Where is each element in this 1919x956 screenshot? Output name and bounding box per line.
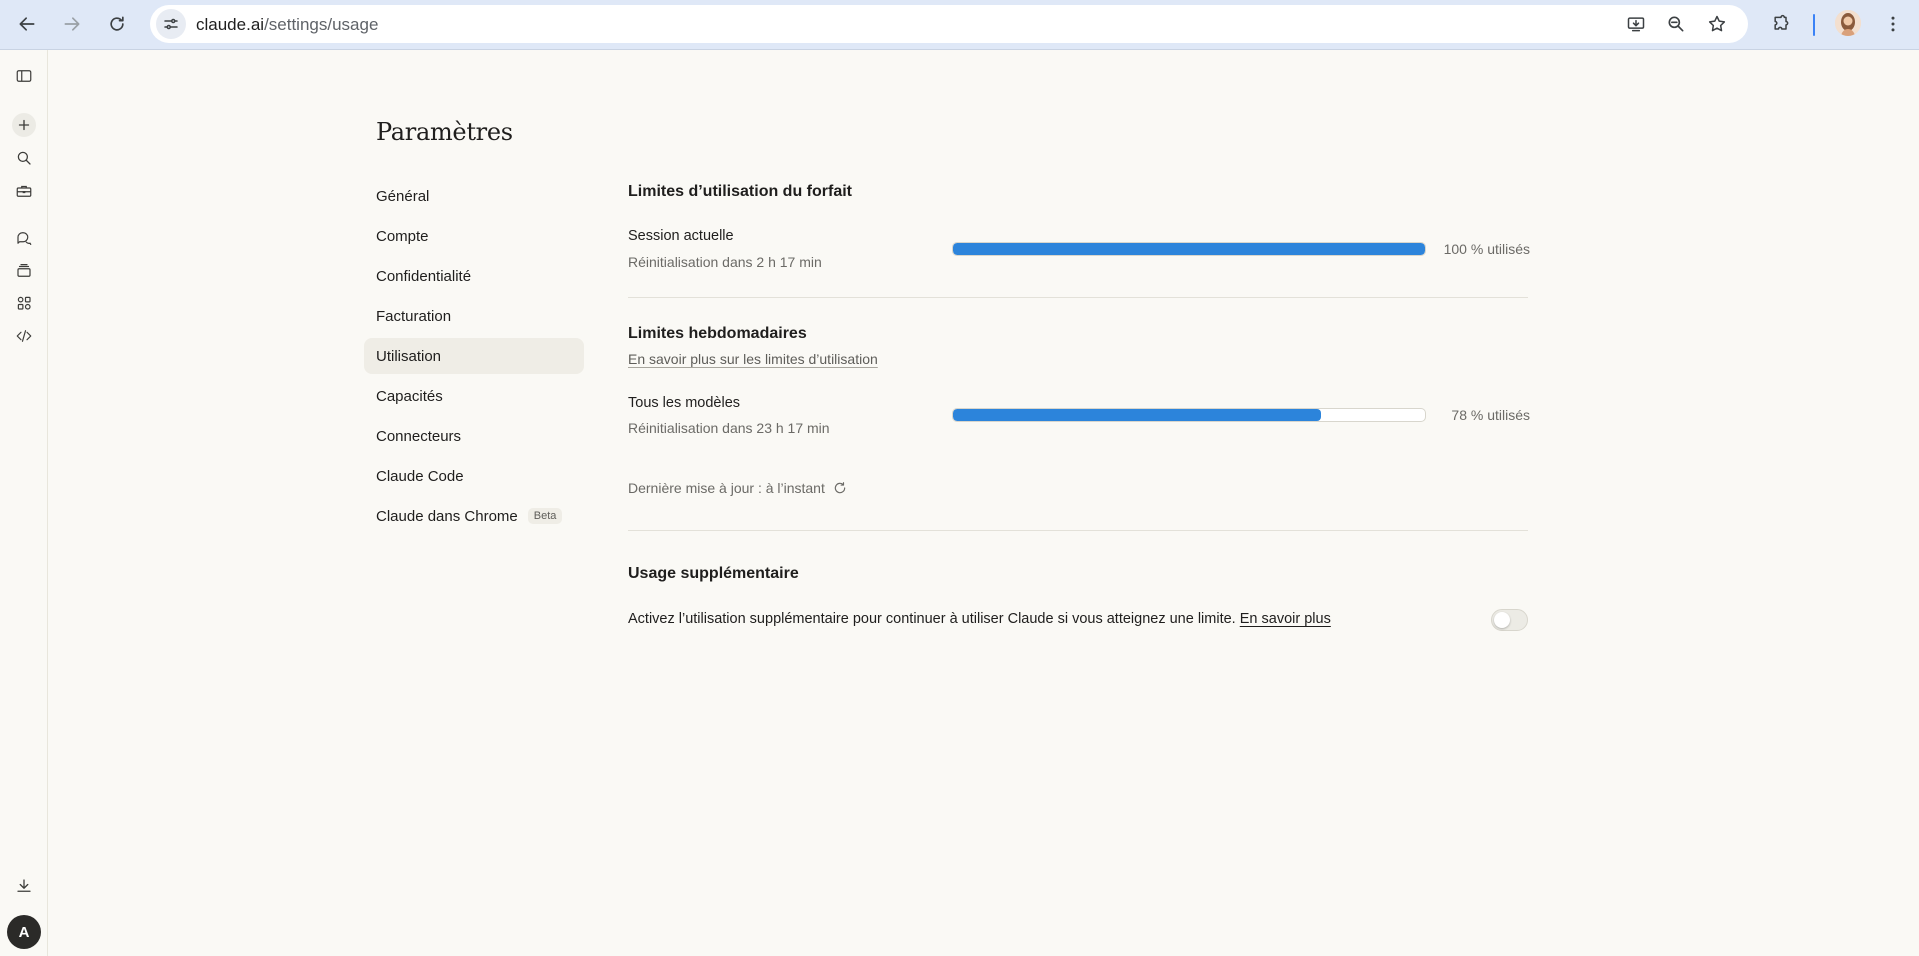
all-models-progress-bar bbox=[952, 408, 1426, 422]
tune-icon bbox=[164, 18, 178, 30]
stack-icon bbox=[17, 264, 31, 277]
code-icon bbox=[16, 330, 32, 342]
search-button[interactable] bbox=[10, 144, 38, 172]
toggle-knob bbox=[1494, 612, 1510, 628]
session-reset-text: Réinitialisation dans 2 h 17 min bbox=[628, 254, 822, 270]
shapes-icon bbox=[17, 296, 31, 310]
nav-item-claude-code[interactable]: Claude Code bbox=[364, 458, 584, 494]
section-divider bbox=[628, 297, 1528, 298]
download-app-button[interactable] bbox=[10, 872, 38, 900]
last-updated-text: Dernière mise à jour : à l’instant bbox=[628, 480, 825, 496]
session-label: Session actuelle bbox=[628, 228, 734, 244]
last-updated: Dernière mise à jour : à l’instant bbox=[628, 480, 847, 496]
nav-item-label: Claude Code bbox=[376, 467, 464, 485]
weekly-limits-title: Limites hebdomadaires bbox=[628, 325, 807, 342]
site-info-button[interactable] bbox=[156, 9, 186, 39]
usage-limits-learn-more-link[interactable]: En savoir plus sur les limites d’utilisa… bbox=[628, 351, 878, 367]
nav-item-label: Connecteurs bbox=[376, 427, 462, 445]
nav-item-billing[interactable]: Facturation bbox=[364, 298, 584, 334]
reload-button[interactable] bbox=[100, 7, 134, 41]
plus-icon bbox=[18, 119, 30, 131]
star-icon bbox=[1708, 15, 1726, 32]
install-app-button[interactable] bbox=[1622, 10, 1650, 38]
chrome-menu-button[interactable] bbox=[1876, 7, 1910, 41]
session-progress-fill bbox=[953, 243, 1425, 255]
nav-item-label: Capacités bbox=[376, 387, 443, 405]
session-percent: 100 % utilisés bbox=[1443, 241, 1530, 257]
extra-usage-text: Activez l’utilisation supplémentaire pou… bbox=[628, 611, 1236, 627]
chats-button[interactable] bbox=[10, 224, 38, 252]
extra-usage-description: Activez l’utilisation supplémentaire pou… bbox=[628, 611, 1331, 627]
search-icon bbox=[17, 151, 31, 165]
profile-avatar[interactable] bbox=[1835, 10, 1861, 36]
puzzle-icon bbox=[1774, 14, 1789, 30]
extra-usage-title: Usage supplémentaire bbox=[628, 565, 799, 582]
arrow-left-icon bbox=[19, 17, 35, 31]
profile-picture-icon bbox=[1835, 10, 1861, 36]
beta-badge: Beta bbox=[527, 508, 563, 524]
all-models-progress-fill bbox=[953, 409, 1322, 421]
nav-item-label: Général bbox=[376, 187, 430, 205]
all-models-percent: 78 % utilisés bbox=[1451, 407, 1530, 423]
extra-usage-learn-more-link[interactable]: En savoir plus bbox=[1240, 611, 1331, 627]
browser-toolbar: claude.ai/settings/usage bbox=[0, 0, 1919, 50]
projects-button[interactable] bbox=[10, 257, 38, 285]
nav-item-label: Utilisation bbox=[376, 347, 442, 365]
more-vertical-icon bbox=[1891, 16, 1895, 32]
nav-item-connectors[interactable]: Connecteurs bbox=[364, 418, 584, 454]
sidebar-icon bbox=[16, 70, 32, 82]
user-avatar[interactable]: A bbox=[7, 915, 41, 949]
toolbar-separator bbox=[1813, 14, 1815, 36]
chat-bubbles-icon bbox=[17, 232, 32, 245]
extra-usage-toggle[interactable] bbox=[1491, 609, 1528, 631]
settings-nav: Général Compte Confidentialité Facturati… bbox=[364, 178, 584, 538]
section-divider bbox=[628, 530, 1528, 531]
page-title: Paramètres bbox=[376, 118, 513, 146]
download-icon bbox=[17, 879, 31, 892]
all-models-reset-text: Réinitialisation dans 23 h 17 min bbox=[628, 420, 830, 436]
nav-item-account[interactable]: Compte bbox=[364, 218, 584, 254]
artifacts-button[interactable] bbox=[10, 289, 38, 317]
all-models-label: Tous les modèles bbox=[628, 395, 741, 411]
nav-item-label: Compte bbox=[376, 227, 429, 245]
address-bar[interactable]: claude.ai/settings/usage bbox=[150, 5, 1748, 43]
refresh-icon[interactable] bbox=[833, 481, 847, 495]
session-progress-bar bbox=[952, 242, 1426, 256]
plan-limits-title: Limites d’utilisation du forfait bbox=[628, 183, 852, 200]
nav-item-label: Claude dans Chrome bbox=[376, 507, 518, 525]
nav-item-privacy[interactable]: Confidentialité bbox=[364, 258, 584, 294]
bookmark-button[interactable] bbox=[1703, 10, 1731, 38]
nav-item-label: Facturation bbox=[376, 307, 452, 325]
zoom-out-icon bbox=[1668, 16, 1684, 32]
app-sidebar: A bbox=[0, 50, 48, 956]
back-button[interactable] bbox=[10, 7, 44, 41]
reload-icon bbox=[110, 16, 124, 31]
new-chat-button[interactable] bbox=[12, 113, 36, 137]
zoom-button[interactable] bbox=[1662, 10, 1690, 38]
tools-button[interactable] bbox=[10, 177, 38, 205]
arrow-right-icon bbox=[64, 17, 80, 31]
nav-item-general[interactable]: Général bbox=[364, 178, 584, 214]
nav-item-claude-in-chrome[interactable]: Claude dans Chrome Beta bbox=[364, 498, 584, 534]
install-icon bbox=[1627, 17, 1645, 32]
url-text: claude.ai/settings/usage bbox=[196, 15, 378, 35]
url-path: /settings/usage bbox=[264, 15, 379, 34]
extensions-button[interactable] bbox=[1764, 7, 1798, 41]
nav-item-usage[interactable]: Utilisation bbox=[364, 338, 584, 374]
forward-button[interactable] bbox=[55, 7, 89, 41]
toggle-sidebar-button[interactable] bbox=[10, 62, 38, 90]
url-host: claude.ai bbox=[196, 15, 265, 34]
code-button[interactable] bbox=[10, 322, 38, 350]
nav-item-label: Confidentialité bbox=[376, 267, 472, 285]
nav-item-capabilities[interactable]: Capacités bbox=[364, 378, 584, 414]
toolbox-icon bbox=[16, 185, 32, 197]
